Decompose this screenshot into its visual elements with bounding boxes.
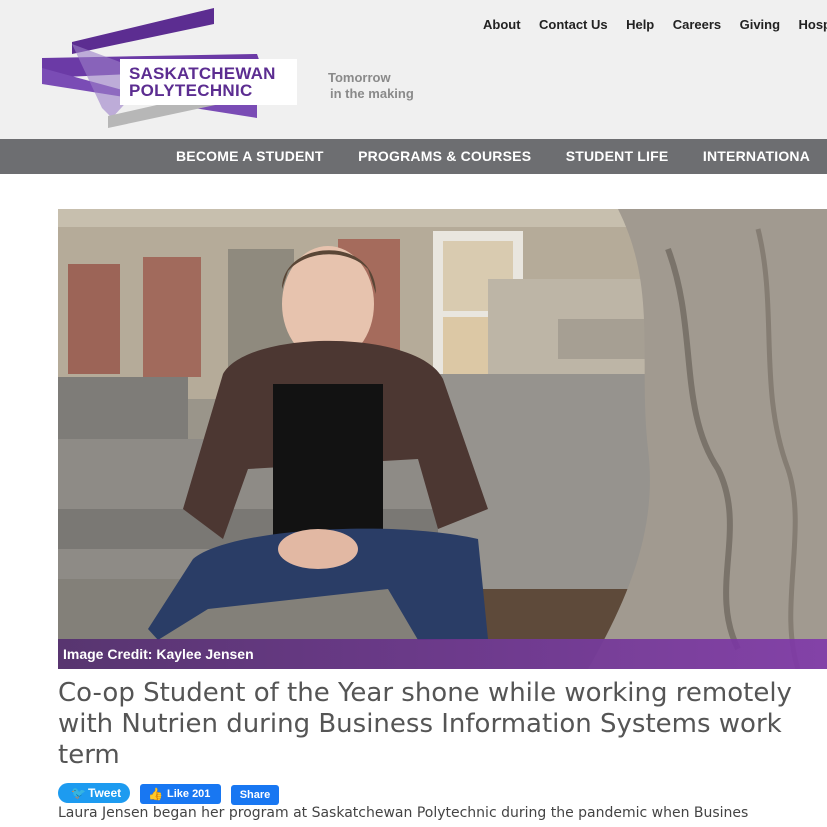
- main-nav-student-life[interactable]: STUDENT LIFE: [566, 139, 669, 174]
- facebook-share-button[interactable]: Share: [231, 785, 279, 805]
- main-nav-become-a-student[interactable]: BECOME A STUDENT: [176, 139, 324, 174]
- article-intro: Laura Jensen began her program at Saskat…: [58, 805, 749, 821]
- article-title: Co-op Student of the Year shone while wo…: [58, 678, 792, 770]
- site-header: SASKATCHEWAN POLYTECHNIC Tomorrow in the…: [0, 0, 827, 139]
- tweet-label: Tweet: [88, 786, 122, 800]
- utility-nav: About Contact Us Help Careers Giving Hos…: [483, 16, 827, 36]
- utility-link-contact-us[interactable]: Contact Us: [539, 17, 608, 32]
- facebook-like-button[interactable]: 👍 Like 201: [140, 784, 221, 804]
- image-credit-text: Image Credit: Kaylee Jensen: [63, 646, 254, 662]
- hero-image: Image Credit: Kaylee Jensen: [58, 209, 827, 669]
- hero-photo: [58, 209, 827, 669]
- site-logo[interactable]: SASKATCHEWAN POLYTECHNIC Tomorrow in the…: [42, 8, 414, 130]
- logo-wordmark-line2: POLYTECHNIC: [129, 81, 253, 100]
- main-nav-programs-courses[interactable]: PROGRAMS & COURSES: [358, 139, 531, 174]
- facebook-like-label: Like 201: [167, 788, 211, 800]
- utility-link-help[interactable]: Help: [626, 17, 654, 32]
- tagline-line1: Tomorrow: [328, 70, 391, 85]
- main-nav-items: BECOME A STUDENT PROGRAMS & COURSES STUD…: [176, 139, 827, 174]
- tweet-button[interactable]: 🐦 Tweet: [58, 783, 130, 803]
- utility-link-giving[interactable]: Giving: [740, 17, 780, 32]
- main-nav-international[interactable]: INTERNATIONA: [703, 139, 810, 174]
- thumbs-up-icon: 👍: [148, 787, 163, 801]
- image-credit-bar: Image Credit: Kaylee Jensen: [58, 639, 827, 669]
- utility-link-hospitality[interactable]: Hospita: [799, 17, 827, 32]
- utility-link-about[interactable]: About: [483, 17, 521, 32]
- twitter-bird-icon: 🐦: [71, 786, 86, 800]
- utility-link-careers[interactable]: Careers: [673, 17, 721, 32]
- tagline-line2: in the making: [330, 86, 414, 101]
- main-nav: BECOME A STUDENT PROGRAMS & COURSES STUD…: [0, 139, 827, 174]
